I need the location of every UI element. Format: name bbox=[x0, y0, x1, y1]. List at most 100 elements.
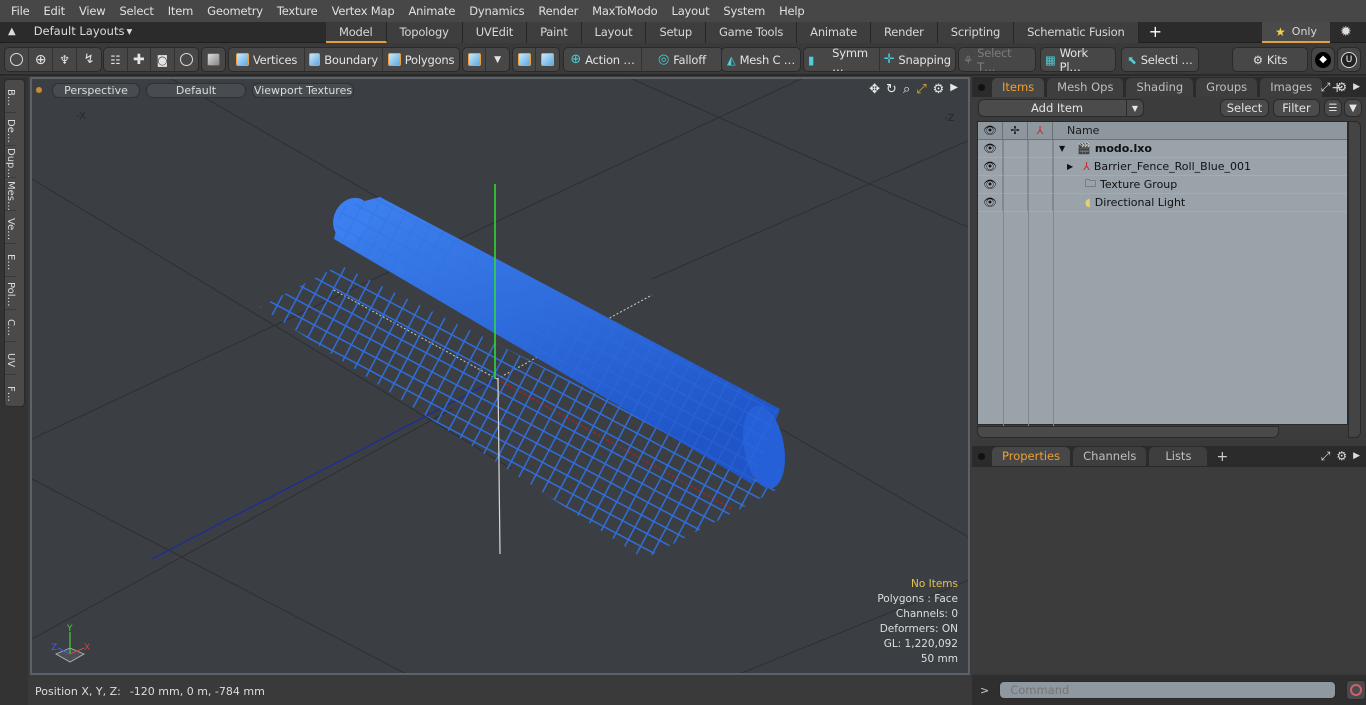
filter-button[interactable]: Filter bbox=[1273, 99, 1320, 117]
visibility-toggle[interactable]: 👁 bbox=[978, 158, 1003, 175]
menu-layout[interactable]: Layout bbox=[665, 4, 717, 18]
arrow-right-icon[interactable]: ▶ bbox=[1353, 80, 1360, 95]
record-macro-button[interactable] bbox=[1346, 680, 1366, 700]
select-through-button[interactable]: ⚘ Select T… bbox=[959, 46, 1035, 74]
tab-channels[interactable]: Channels bbox=[1073, 447, 1147, 466]
pan-icon[interactable]: ✥ bbox=[869, 82, 880, 97]
left-tab-uv[interactable]: UV bbox=[5, 342, 16, 376]
menu-texture[interactable]: Texture bbox=[270, 4, 325, 18]
mesh-constraint-button[interactable]: ◭ Mesh C … bbox=[722, 48, 800, 71]
gear-icon[interactable]: ⚙ bbox=[933, 82, 945, 97]
horizontal-scrollbar[interactable] bbox=[977, 426, 1279, 438]
tab-layout[interactable]: Layout bbox=[581, 22, 647, 43]
expand-arrow-icon[interactable]: ▶ bbox=[1067, 162, 1073, 171]
tab-topology[interactable]: Topology bbox=[386, 22, 463, 43]
tab-setup[interactable]: Setup bbox=[646, 22, 706, 43]
transform-local-button[interactable] bbox=[536, 48, 559, 71]
filter-funnel-button[interactable]: ▼ bbox=[1344, 99, 1362, 117]
list-options-button[interactable]: ☰ bbox=[1324, 99, 1342, 117]
tab-images[interactable]: Images bbox=[1260, 78, 1323, 97]
gear-icon[interactable]: ⚙ bbox=[1336, 80, 1347, 95]
maximize-icon[interactable]: ⤢ bbox=[916, 82, 926, 97]
menu-file[interactable]: File bbox=[4, 4, 36, 18]
only-toggle[interactable]: ★ Only bbox=[1262, 22, 1330, 43]
tab-shading[interactable]: Shading bbox=[1126, 78, 1194, 97]
unity-button[interactable]: ◆ bbox=[1312, 48, 1334, 71]
menu-render[interactable]: Render bbox=[531, 4, 585, 18]
menu-item[interactable]: Item bbox=[161, 4, 200, 18]
arrow-right-icon[interactable]: ▶ bbox=[1353, 449, 1360, 464]
add-item-dropdown[interactable]: ▼ bbox=[1126, 99, 1144, 117]
play-icon[interactable]: ▶ bbox=[950, 82, 958, 97]
item-row[interactable]: 👁 ▼ 🎬 modo.lxo bbox=[978, 140, 1347, 158]
uv-cross-button[interactable]: ✚ bbox=[128, 48, 151, 71]
left-tab-edge[interactable]: E… bbox=[5, 244, 16, 277]
left-tab-curve[interactable]: C… bbox=[5, 310, 16, 343]
expand-icon[interactable]: ⤢ bbox=[1321, 80, 1331, 95]
vertical-scrollbar[interactable] bbox=[1348, 121, 1361, 438]
tab-animate[interactable]: Animate bbox=[797, 22, 871, 43]
visibility-toggle[interactable]: 👁 bbox=[978, 140, 1003, 157]
sphere-tool-button[interactable] bbox=[5, 48, 29, 71]
left-tab-vertex[interactable]: Ve… bbox=[5, 211, 16, 244]
lock-column-header[interactable]: ✢ bbox=[1003, 122, 1028, 139]
selection-sets-button[interactable]: ⬉ Selecti … bbox=[1122, 48, 1198, 71]
action-center-button[interactable]: ⊕ Action … bbox=[564, 48, 642, 71]
menu-help[interactable]: Help bbox=[772, 4, 811, 18]
view-type-dropdown[interactable]: Perspective bbox=[52, 82, 140, 98]
panel-menu-dot[interactable] bbox=[978, 84, 985, 91]
globe-tool-button[interactable]: ⊕ bbox=[29, 48, 53, 71]
material-mode-button[interactable] bbox=[463, 48, 487, 71]
visibility-column-header[interactable]: 👁 bbox=[978, 122, 1003, 139]
left-tab-mesh-edit[interactable]: Mes… bbox=[5, 178, 16, 211]
symmetry-button[interactable]: ▮ Symm … bbox=[804, 46, 880, 74]
tab-paint[interactable]: Paint bbox=[527, 22, 582, 43]
kits-button[interactable]: ⚙ Kits bbox=[1233, 48, 1307, 71]
tab-properties[interactable]: Properties bbox=[992, 447, 1071, 466]
panel-menu-dot[interactable] bbox=[978, 453, 985, 460]
shading-dropdown[interactable]: Default bbox=[146, 82, 246, 98]
rotate-icon[interactable]: ↻ bbox=[886, 82, 897, 97]
unreal-button[interactable]: U bbox=[1338, 48, 1360, 71]
uv-dial-button[interactable] bbox=[175, 48, 198, 71]
left-tab-fusion[interactable]: F… bbox=[5, 375, 16, 408]
transform-world-button[interactable] bbox=[513, 48, 537, 71]
menu-edit[interactable]: Edit bbox=[36, 4, 71, 18]
add-item-button[interactable]: Add Item bbox=[978, 99, 1144, 117]
viewport-textures-dropdown[interactable]: Viewport Textures bbox=[252, 82, 354, 98]
tab-model[interactable]: Model bbox=[326, 22, 387, 43]
tab-groups[interactable]: Groups bbox=[1196, 78, 1258, 97]
zoom-icon[interactable]: ⌕ bbox=[903, 82, 910, 97]
menu-geometry[interactable]: Geometry bbox=[200, 4, 270, 18]
select-button[interactable]: Select bbox=[1220, 99, 1269, 117]
items-mode-button[interactable] bbox=[202, 48, 225, 71]
3d-viewport[interactable]: -X -Z Perspective Default Viewport Textu… bbox=[30, 77, 970, 675]
tab-items[interactable]: Items bbox=[992, 78, 1045, 97]
menu-animate[interactable]: Animate bbox=[401, 4, 462, 18]
mode-dropdown-button[interactable]: ▼ bbox=[486, 48, 509, 71]
menu-maxtomodo[interactable]: MaxToModo bbox=[585, 4, 664, 18]
menu-system[interactable]: System bbox=[716, 4, 772, 18]
tab-scripting[interactable]: Scripting bbox=[937, 22, 1015, 43]
falloff-button[interactable]: ◎ Falloff bbox=[642, 48, 722, 71]
tab-mesh-ops[interactable]: Mesh Ops bbox=[1047, 78, 1124, 97]
item-row[interactable]: 👁 🗀 Texture Group bbox=[978, 176, 1347, 194]
viewport-status-dot[interactable] bbox=[36, 87, 42, 93]
add-panel-tab-button[interactable]: + bbox=[1210, 448, 1234, 466]
gear-icon[interactable]: ⚙ bbox=[1336, 449, 1347, 464]
menu-vertex-map[interactable]: Vertex Map bbox=[325, 4, 402, 18]
collapse-icon[interactable]: ▲ bbox=[8, 26, 16, 37]
add-tab-button[interactable]: + bbox=[1139, 22, 1172, 43]
item-row[interactable]: 👁 ▶ ⅄ Barrier_Fence_Roll_Blue_001 bbox=[978, 158, 1347, 176]
menu-select[interactable]: Select bbox=[112, 4, 160, 18]
menu-view[interactable]: View bbox=[72, 4, 113, 18]
tab-lists[interactable]: Lists bbox=[1149, 447, 1208, 466]
visibility-toggle[interactable]: 👁 bbox=[978, 176, 1003, 193]
pen-tool-button[interactable]: ♆ bbox=[53, 48, 77, 71]
menu-dynamics[interactable]: Dynamics bbox=[462, 4, 531, 18]
type-column-header[interactable]: ⅄ bbox=[1028, 122, 1053, 139]
left-tab-duplicate[interactable]: Dup… bbox=[5, 146, 16, 179]
tab-render[interactable]: Render bbox=[870, 22, 938, 43]
snapping-button[interactable]: ✛ Snapping bbox=[880, 48, 956, 71]
layouts-dropdown[interactable]: ▲ Default Layouts ▾ bbox=[8, 24, 132, 38]
